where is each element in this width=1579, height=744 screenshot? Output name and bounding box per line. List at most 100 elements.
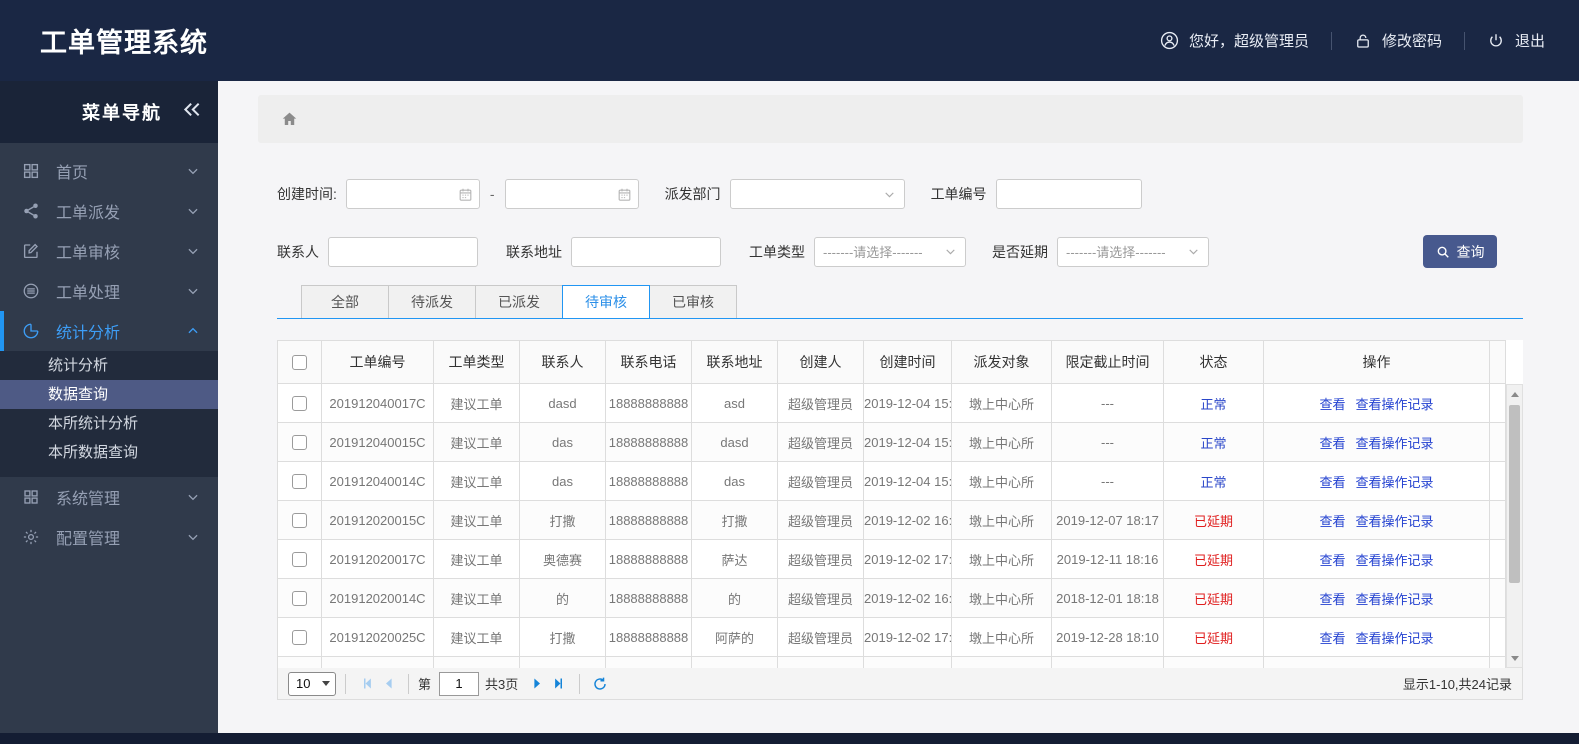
sidebar-item-system[interactable]: 系统管理 <box>0 477 218 517</box>
sidebar-item-review[interactable]: 工单审核 <box>0 231 218 271</box>
range-separator: - <box>489 186 495 202</box>
create-time-from <box>345 179 480 209</box>
row-checkbox[interactable] <box>292 552 307 568</box>
first-page-icon[interactable] <box>355 673 377 695</box>
sidebar-item-stats[interactable]: 统计分析 <box>0 311 218 351</box>
view-link[interactable]: 查看 <box>1319 397 1345 412</box>
app-title: 工单管理系统 <box>40 28 208 58</box>
dispatch-dept-select[interactable] <box>729 179 905 209</box>
column-header: 工单编号 <box>321 340 434 384</box>
user-greeting[interactable]: 您好，超级管理员 <box>1160 30 1309 51</box>
order-no-input[interactable] <box>995 179 1142 209</box>
submenu-item-branch-stats[interactable]: 本所统计分析 <box>0 409 218 438</box>
home-icon[interactable] <box>280 110 299 128</box>
search-button[interactable]: 查询 <box>1423 235 1497 268</box>
divider <box>408 673 409 694</box>
status-cell: 正常 <box>1163 383 1264 423</box>
view-log-link[interactable]: 查看操作记录 <box>1356 436 1434 451</box>
sidebar-nav: 首页 工单派发 工单审核 工单处理 统计分析 统计分析 数据查询 本所统计分析 本所数据查询 系统… <box>0 143 218 733</box>
divider <box>579 673 581 694</box>
refresh-icon[interactable] <box>589 673 611 695</box>
sidebar-item-label: 工单审核 <box>56 245 121 262</box>
view-log-link[interactable]: 查看操作记录 <box>1356 631 1434 646</box>
view-log-link[interactable]: 查看操作记录 <box>1356 397 1434 412</box>
view-link[interactable]: 查看 <box>1319 631 1345 646</box>
logout-button[interactable]: 退出 <box>1487 30 1545 51</box>
scrollbar-thumb[interactable] <box>1509 405 1520 583</box>
sidebar: 菜单导航 首页 工单派发 工单审核 工单处理 统计分析 统计分析 数据查询 本所统计分析 本所数… <box>0 81 218 733</box>
table-scrollbar[interactable] <box>1506 384 1523 668</box>
creator-cell: 超级管理员 <box>777 422 864 462</box>
submenu-stats: 统计分析 数据查询 本所统计分析 本所数据查询 <box>0 351 218 477</box>
submenu-item-branch-data-query[interactable]: 本所数据查询 <box>0 438 218 467</box>
deadline-cell: --- <box>1051 422 1164 462</box>
next-page-icon[interactable] <box>526 673 548 695</box>
row-select-cell <box>277 617 322 657</box>
row-select-cell <box>277 578 322 618</box>
create-time-to-input[interactable] <box>504 179 639 209</box>
view-link[interactable]: 查看 <box>1319 592 1345 607</box>
view-log-link[interactable]: 查看操作记录 <box>1356 475 1434 490</box>
empty-cell <box>519 656 606 668</box>
create-time-from-input[interactable] <box>345 179 480 209</box>
sidebar-item-config[interactable]: 配置管理 <box>0 517 218 557</box>
row-checkbox[interactable] <box>292 396 307 412</box>
deadline-cell: 2019-12-11 18:16 <box>1051 539 1164 579</box>
row-checkbox[interactable] <box>292 630 307 646</box>
prev-page-icon[interactable] <box>377 673 399 695</box>
chevron-down-icon <box>186 204 200 218</box>
delay-label: 是否延期 <box>992 243 1048 260</box>
contact-input[interactable] <box>328 236 478 267</box>
creator-cell: 超级管理员 <box>777 500 864 540</box>
chevron-down-icon <box>186 490 200 504</box>
row-checkbox[interactable] <box>292 591 307 607</box>
sidebar-item-dispatch[interactable]: 工单派发 <box>0 191 218 231</box>
main-content: 创建时间: - 派发部门 工单编号 联系人 联系地址 工单类型 -------请… <box>218 81 1579 733</box>
delay-select[interactable]: -------请选择------- <box>1057 236 1209 267</box>
view-log-link[interactable]: 查看操作记录 <box>1356 592 1434 607</box>
view-log-link[interactable]: 查看操作记录 <box>1356 514 1434 529</box>
view-link[interactable]: 查看 <box>1319 436 1345 451</box>
table-container: 工单编号 工单类型 联系人 联系电话 联系地址 创建人 创建时间 派发对象 限定截止时间 状态 操作… <box>277 340 1523 668</box>
submenu-item-stats-analysis[interactable]: 统计分析 <box>0 351 218 380</box>
tab-reviewed[interactable]: 已审核 <box>649 285 737 318</box>
sidebar-item-home[interactable]: 首页 <box>0 151 218 191</box>
sidebar-item-process[interactable]: 工单处理 <box>0 271 218 311</box>
last-page-icon[interactable] <box>548 673 570 695</box>
empty-cell <box>1163 656 1264 668</box>
row-checkbox[interactable] <box>292 474 307 490</box>
view-log-link[interactable]: 查看操作记录 <box>1356 553 1434 568</box>
address-cell: 阿萨的 <box>691 617 778 657</box>
order-type-select[interactable]: -------请选择------- <box>814 236 966 267</box>
address-label: 联系地址 <box>506 243 562 260</box>
page-size-select[interactable]: 10 <box>288 671 336 696</box>
chevron-down-icon <box>1187 245 1200 258</box>
empty-cell <box>433 656 520 668</box>
select-all-checkbox[interactable] <box>292 355 307 371</box>
column-header: 操作 <box>1263 340 1490 384</box>
created-cell: 2019-12-02 16: <box>863 500 952 540</box>
change-password-label: 修改密码 <box>1381 33 1442 50</box>
change-password-button[interactable]: 修改密码 <box>1354 30 1442 51</box>
address-input[interactable] <box>571 236 721 267</box>
tab-to-dispatch[interactable]: 待派发 <box>388 285 476 318</box>
tab-to-review[interactable]: 待审核 <box>562 285 650 318</box>
order_no-cell: 201912020014C <box>321 578 434 618</box>
collapse-sidebar-icon[interactable] <box>182 102 202 123</box>
view-link[interactable]: 查看 <box>1319 514 1345 529</box>
view-link[interactable]: 查看 <box>1319 475 1345 490</box>
page-number-input[interactable] <box>439 671 480 696</box>
view-link[interactable]: 查看 <box>1319 553 1345 568</box>
tab-all[interactable]: 全部 <box>301 285 389 318</box>
row-checkbox[interactable] <box>292 435 307 451</box>
address-cell: 的 <box>691 578 778 618</box>
submenu-item-data-query[interactable]: 数据查询 <box>0 380 218 409</box>
scroll-up-icon[interactable] <box>1507 386 1522 402</box>
scroll-down-icon[interactable] <box>1507 650 1522 666</box>
topbar-right: 您好，超级管理员 修改密码 退出 <box>1160 30 1545 51</box>
table-clip: 工单编号 工单类型 联系人 联系电话 联系地址 创建人 创建时间 派发对象 限定截止时间 状态 操作… <box>277 340 1523 668</box>
row-checkbox[interactable] <box>292 513 307 529</box>
tab-dispatched[interactable]: 已派发 <box>475 285 563 318</box>
edit-icon <box>22 242 42 260</box>
column-header: 限定截止时间 <box>1051 340 1164 384</box>
